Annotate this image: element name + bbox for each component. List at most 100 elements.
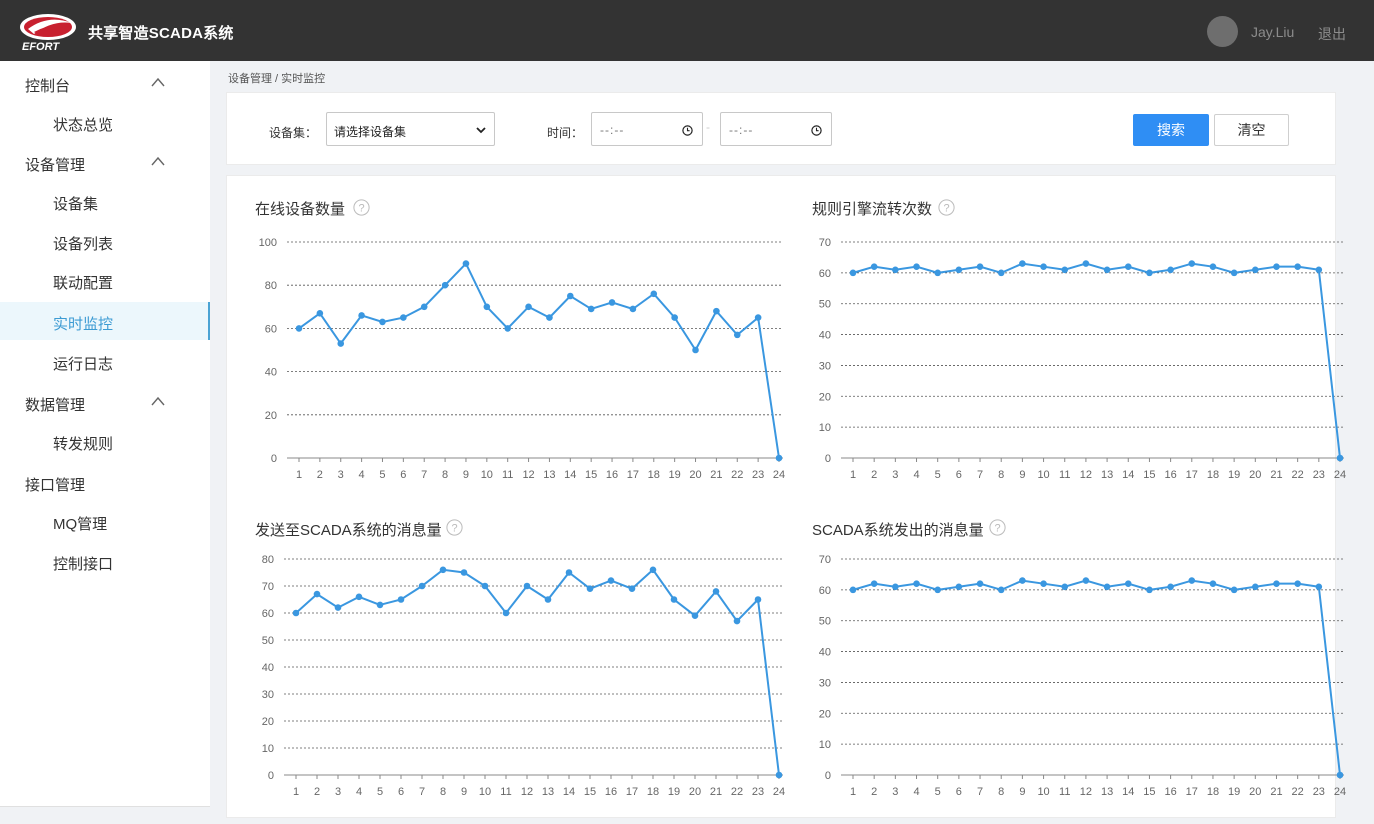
x-tick-label: 8 (998, 469, 1004, 481)
x-tick-label: 18 (1207, 469, 1219, 481)
sidebar-item-device-set[interactable]: 设备集 (0, 182, 210, 220)
search-button[interactable]: 搜索 (1133, 114, 1209, 146)
series-line (298, 261, 780, 459)
x-tick-label: 24 (1334, 786, 1346, 798)
data-point (671, 314, 678, 321)
y-tick-label: 30 (819, 360, 831, 372)
y-tick-label: 30 (262, 689, 274, 701)
username[interactable]: Jay.Liu (1251, 24, 1294, 40)
data-point (892, 266, 899, 274)
sidebar-item-forward-rules[interactable]: 转发规则 (0, 422, 210, 460)
data-point (1294, 263, 1301, 270)
chevron-up-icon (151, 396, 165, 406)
x-tick-label: 6 (398, 786, 404, 798)
series-line (852, 262, 1341, 459)
sidebar-group-interface-management[interactable]: 接口管理 (0, 462, 210, 502)
data-point (587, 305, 595, 313)
y-tick-label: 0 (825, 453, 831, 465)
data-point (397, 596, 405, 603)
time-separator: - (706, 120, 710, 134)
y-tick-label: 10 (819, 422, 831, 434)
data-point (1124, 580, 1132, 587)
x-tick-label: 11 (1059, 469, 1070, 481)
sidebar-item-label: 设备列表 (53, 236, 114, 253)
device-set-select[interactable]: 请选择设备集 (326, 112, 495, 146)
x-tick-label: 15 (584, 786, 596, 798)
data-point (976, 580, 984, 587)
x-tick-label: 8 (998, 786, 1004, 798)
sidebar-group-label: 数据管理 (25, 397, 86, 414)
help-icon[interactable]: ? (353, 199, 370, 216)
chart-title-messages-to-scada: 发送至SCADA系统的消息量 (255, 522, 442, 539)
data-point (1167, 583, 1174, 591)
chart-title-rule-engine: 规则引擎流转次数 (812, 201, 933, 218)
data-point (955, 266, 963, 274)
x-tick-label: 22 (731, 469, 743, 481)
x-tick-label: 13 (543, 469, 555, 481)
x-tick-label: 8 (440, 786, 446, 798)
data-point (775, 454, 783, 462)
y-tick-label: 20 (265, 410, 277, 422)
x-tick-label: 20 (689, 469, 701, 481)
data-point (1124, 263, 1132, 270)
y-tick-label: 70 (262, 581, 274, 593)
data-point (1019, 260, 1026, 267)
data-point (976, 263, 984, 270)
data-point (586, 585, 594, 592)
data-point (313, 590, 321, 598)
data-point (376, 601, 384, 609)
data-point (502, 609, 510, 617)
data-point (913, 580, 920, 587)
sidebar-group-label: 接口管理 (25, 477, 86, 494)
app-title: 共享智造SCADA系统 (88, 25, 234, 42)
data-point (849, 269, 857, 277)
x-tick-label: 18 (648, 469, 660, 481)
x-tick-label: 7 (977, 469, 983, 481)
sidebar-group-data-management[interactable]: 数据管理 (0, 382, 210, 422)
sidebar-item-linkage-config[interactable]: 联动配置 (0, 261, 210, 299)
line-chart-online-devices: 0204060801001 2 3 4 5 6 7 8 9 10 11 12 13 14 15 16 17 18 1… (259, 237, 785, 481)
x-tick-label: 16 (605, 786, 617, 798)
x-tick-label: 23 (1313, 469, 1325, 481)
sidebar-group-console[interactable]: 控制台 (0, 63, 210, 103)
chevron-up-icon (151, 77, 165, 87)
x-tick-label: 14 (563, 786, 575, 798)
clear-button[interactable]: 清空 (1214, 114, 1289, 146)
x-tick-label: 21 (1270, 786, 1282, 798)
x-tick-label: 17 (1186, 786, 1198, 798)
clock-icon[interactable] (811, 125, 822, 136)
time-end-input[interactable]: --:-- (720, 112, 832, 146)
time-start-input[interactable]: --:-- (591, 112, 703, 146)
clock-icon[interactable] (682, 125, 693, 136)
sidebar-item-status-overview[interactable]: 状态总览 (0, 103, 210, 141)
data-point (1040, 263, 1047, 270)
sidebar-item-run-log[interactable]: 运行日志 (0, 342, 210, 380)
y-tick-label: 70 (819, 237, 831, 249)
sidebar-item-mq-management[interactable]: MQ管理 (0, 502, 210, 540)
user-avatar[interactable] (1207, 16, 1238, 47)
data-point (1082, 577, 1090, 584)
data-point (733, 617, 741, 625)
x-tick-label: 2 (871, 786, 877, 798)
y-tick-label: 20 (262, 716, 274, 728)
chart-title-online-devices: 在线设备数量 (255, 201, 346, 218)
logout-link[interactable]: 退出 (1318, 24, 1346, 44)
x-tick-label: 11 (500, 786, 511, 798)
sidebar-item-device-list[interactable]: 设备列表 (0, 222, 210, 260)
sidebar-item-realtime-monitor[interactable]: 实时监控 (0, 302, 210, 340)
x-tick-label: 16 (606, 469, 618, 481)
sidebar-item-label: 状态总览 (53, 117, 114, 134)
help-icon[interactable]: ? (938, 199, 955, 216)
help-icon[interactable]: ? (989, 519, 1006, 536)
data-point (713, 307, 720, 315)
data-point (316, 309, 324, 317)
logo-text: EFORT (22, 41, 60, 52)
x-tick-label: 4 (913, 786, 919, 798)
sidebar-item-control-interface[interactable]: 控制接口 (0, 542, 210, 580)
help-icon[interactable]: ? (446, 519, 463, 536)
data-point (337, 340, 345, 347)
sidebar-group-device-management[interactable]: 设备管理 (0, 142, 210, 182)
x-tick-label: 10 (1037, 786, 1049, 798)
y-tick-label: 60 (819, 268, 831, 280)
chevron-down-icon (476, 127, 486, 134)
